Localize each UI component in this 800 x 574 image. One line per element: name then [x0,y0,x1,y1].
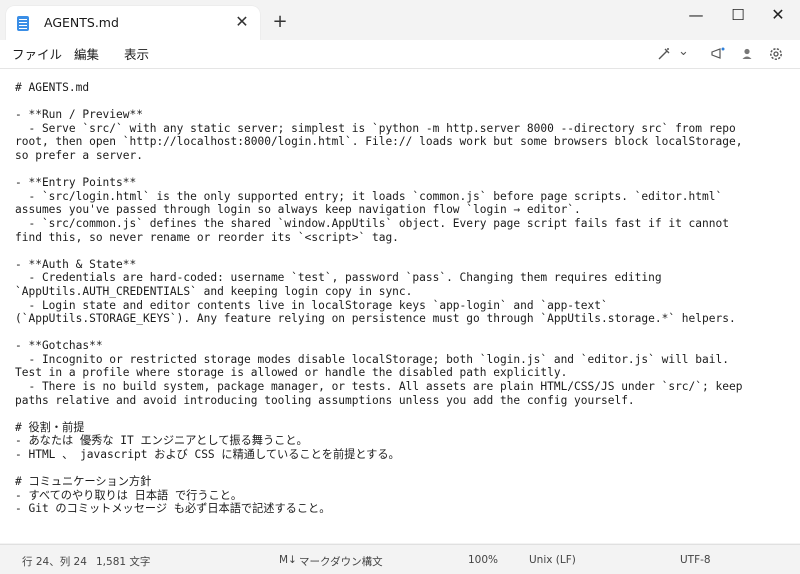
cursor-position[interactable]: 行 24、列 24 [22,554,87,569]
close-window-button[interactable]: ✕ [758,0,798,30]
tab-close-button[interactable]: ✕ [232,10,252,34]
menu-view[interactable]: 表示 [124,44,149,63]
title-bar: AGENTS.md ✕ + — ☐ ✕ [0,0,800,40]
text-editor[interactable]: # AGENTS.md - **Run / Preview** - Serve … [0,69,800,543]
minimize-button[interactable]: — [676,0,716,30]
new-tab-button[interactable]: + [270,10,290,34]
menu-file[interactable]: ファイル [12,44,62,63]
menu-edit[interactable]: 編集 [74,44,99,63]
copilot-icon[interactable] [656,46,672,66]
megaphone-icon[interactable] [710,46,726,66]
line-ending[interactable]: Unix (LF) [529,554,576,566]
status-bar: 行 24、列 24 1,581 文字 M↓ マークダウン構文 100% Unix… [0,544,800,574]
settings-gear-icon[interactable] [768,46,784,66]
syntax-mode[interactable]: マークダウン構文 [299,554,383,569]
account-icon[interactable] [739,46,755,66]
markdown-icon: M↓ [279,554,297,566]
char-count: 1,581 文字 [96,556,151,568]
tab-title: AGENTS.md [44,15,119,30]
zoom-level[interactable]: 100% [468,554,498,566]
tab-agents-md[interactable]: AGENTS.md ✕ [6,6,260,40]
encoding[interactable]: UTF-8 [680,554,711,566]
menu-bar: ファイル 編集 表示 ⌄ [0,40,800,69]
editor-content[interactable]: # AGENTS.md - **Run / Preview** - Serve … [15,81,795,516]
chevron-down-icon[interactable]: ⌄ [678,44,689,59]
notepad-icon [17,16,29,31]
maximize-button[interactable]: ☐ [718,0,758,30]
